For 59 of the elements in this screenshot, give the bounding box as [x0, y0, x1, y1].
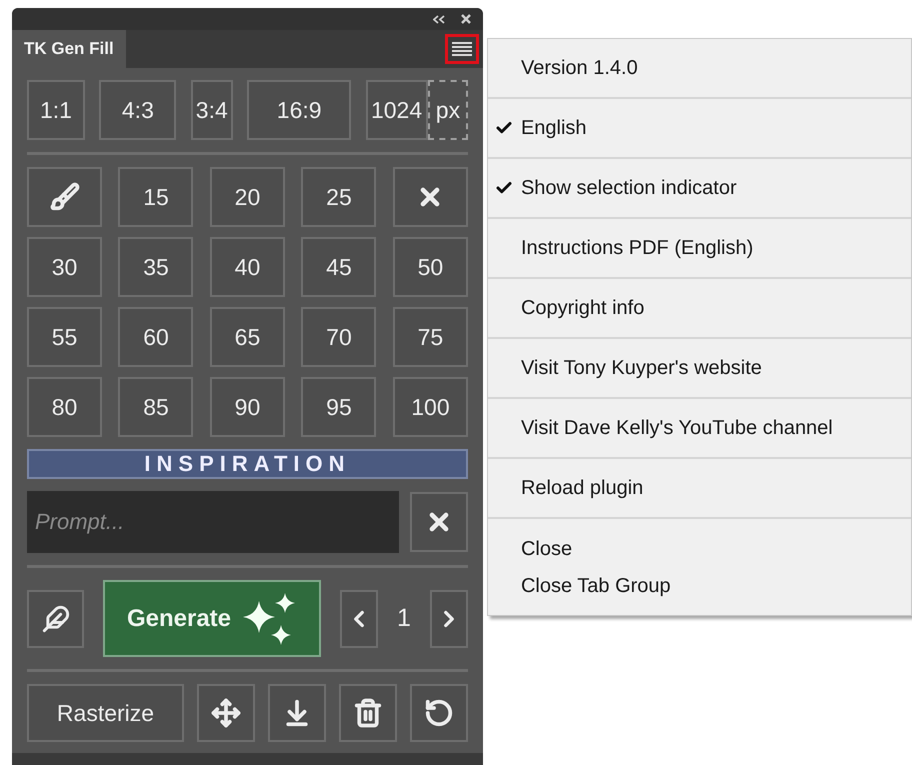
prompt-field[interactable]: Prompt... [27, 491, 399, 553]
undo-icon [424, 698, 454, 728]
size-button[interactable]: 80 [27, 377, 102, 437]
size-button[interactable]: 35 [118, 237, 194, 297]
next-button[interactable] [430, 590, 468, 648]
size-button[interactable]: 60 [118, 307, 194, 367]
brush-icon [50, 182, 80, 212]
ratio-button[interactable]: 1024 [366, 80, 428, 140]
delete-button[interactable] [338, 684, 397, 742]
menu-item[interactable]: Close Tab Group [520, 575, 671, 598]
page-number: 1 [397, 604, 411, 633]
previous-button[interactable] [340, 590, 378, 648]
size-button[interactable]: 85 [118, 377, 194, 437]
reset-button[interactable] [410, 684, 468, 742]
section-header: INSPIRATION [27, 449, 468, 479]
menu-item[interactable]: Copyright info [520, 296, 644, 320]
feather-button[interactable] [27, 590, 84, 648]
size-button[interactable]: 95 [301, 377, 376, 437]
ratio-button[interactable]: 3:4 [190, 80, 233, 140]
move-button[interactable] [196, 684, 255, 742]
size-button[interactable]: 75 [392, 307, 468, 367]
clear-prompt-button[interactable] [410, 492, 468, 552]
size-button[interactable]: 50 [392, 237, 468, 297]
ratio-button[interactable]: 16:9 [247, 80, 352, 140]
size-button[interactable]: 25 [301, 167, 376, 227]
menu-item[interactable]: Visit Dave Kelly's YouTube channel [520, 416, 833, 440]
size-button[interactable]: 15 [118, 167, 194, 227]
download-button[interactable] [268, 684, 326, 742]
panel-tab[interactable]: TK Gen Fill [12, 30, 126, 68]
move-icon [210, 698, 241, 728]
menu-button[interactable] [444, 34, 479, 64]
menu-item[interactable]: Reload plugin [520, 476, 644, 500]
brush-button[interactable] [27, 167, 102, 227]
unit-button[interactable]: px [428, 80, 468, 140]
size-button[interactable]: 100 [392, 377, 468, 437]
generate-button[interactable]: Generate [103, 580, 321, 657]
ratio-button[interactable]: 1:1 [27, 80, 85, 140]
size-button[interactable]: 30 [27, 237, 102, 297]
rasterize-button[interactable]: Rasterize [27, 684, 184, 742]
menu-item[interactable]: Version 1.4.0 [520, 56, 638, 80]
size-button[interactable]: 20 [210, 167, 285, 227]
menu-item[interactable]: Visit Tony Kuyper's website [520, 356, 762, 380]
size-button[interactable]: 45 [301, 237, 376, 297]
menu-icon [452, 42, 472, 56]
menu-item[interactable]: Instructions PDF (English) [520, 236, 754, 260]
size-button[interactable]: 70 [301, 307, 376, 367]
ratio-button[interactable]: 4:3 [99, 80, 176, 140]
size-button[interactable]: 40 [210, 237, 285, 297]
menu-item[interactable]: English [520, 116, 587, 140]
size-button[interactable]: 65 [210, 307, 285, 367]
menu-item[interactable]: Close [520, 538, 572, 561]
size-button[interactable]: 55 [27, 307, 102, 367]
collapse-icon[interactable] [432, 14, 445, 24]
feather-icon [42, 604, 70, 632]
size-button[interactable]: 90 [210, 377, 285, 437]
trash-icon [352, 698, 383, 728]
menu-item[interactable]: Show selection indicator [520, 176, 737, 200]
clear-size-button[interactable] [392, 167, 468, 227]
close-icon[interactable] [460, 14, 471, 24]
